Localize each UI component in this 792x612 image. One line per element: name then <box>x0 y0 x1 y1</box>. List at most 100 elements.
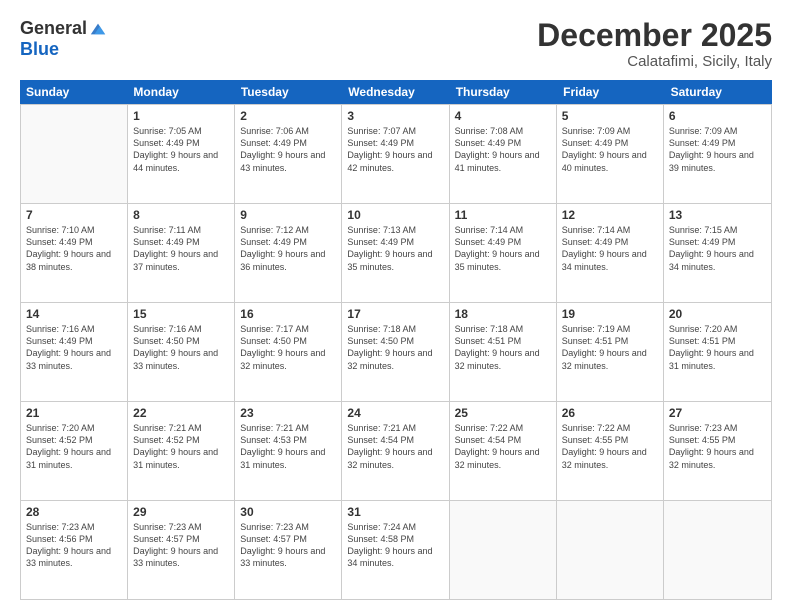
calendar: Sunday Monday Tuesday Wednesday Thursday… <box>20 80 772 600</box>
cell-sun-info: Sunrise: 7:21 AMSunset: 4:54 PMDaylight:… <box>347 422 443 471</box>
day-number: 10 <box>347 208 443 222</box>
calendar-cell-1-1 <box>21 105 128 203</box>
cell-sun-info: Sunrise: 7:23 AMSunset: 4:57 PMDaylight:… <box>133 521 229 570</box>
calendar-cell-1-5: 4 Sunrise: 7:08 AMSunset: 4:49 PMDaylight… <box>450 105 557 203</box>
cell-sun-info: Sunrise: 7:09 AMSunset: 4:49 PMDaylight:… <box>562 125 658 174</box>
day-number: 20 <box>669 307 766 321</box>
cell-sun-info: Sunrise: 7:22 AMSunset: 4:55 PMDaylight:… <box>562 422 658 471</box>
day-number: 25 <box>455 406 551 420</box>
cell-sun-info: Sunrise: 7:10 AMSunset: 4:49 PMDaylight:… <box>26 224 122 273</box>
calendar-cell-1-6: 5 Sunrise: 7:09 AMSunset: 4:49 PMDaylight… <box>557 105 664 203</box>
cell-sun-info: Sunrise: 7:21 AMSunset: 4:52 PMDaylight:… <box>133 422 229 471</box>
calendar-cell-3-2: 15 Sunrise: 7:16 AMSunset: 4:50 PMDayligh… <box>128 303 235 401</box>
location-subtitle: Calatafimi, Sicily, Italy <box>537 53 772 70</box>
calendar-cell-5-6 <box>557 501 664 599</box>
calendar-cell-2-6: 12 Sunrise: 7:14 AMSunset: 4:49 PMDayligh… <box>557 204 664 302</box>
cell-sun-info: Sunrise: 7:07 AMSunset: 4:49 PMDaylight:… <box>347 125 443 174</box>
cell-sun-info: Sunrise: 7:11 AMSunset: 4:49 PMDaylight:… <box>133 224 229 273</box>
calendar-body: 1 Sunrise: 7:05 AMSunset: 4:49 PMDaylight… <box>20 104 772 600</box>
header-monday: Monday <box>127 80 234 104</box>
day-number: 24 <box>347 406 443 420</box>
logo-blue-text: Blue <box>20 39 59 59</box>
calendar-cell-5-1: 28Sunrise: 7:23 AMSunset: 4:56 PMDayligh… <box>21 501 128 599</box>
calendar-cell-3-5: 18 Sunrise: 7:18 AMSunset: 4:51 PMDayligh… <box>450 303 557 401</box>
day-number: 3 <box>347 109 443 123</box>
calendar-header: Sunday Monday Tuesday Wednesday Thursday… <box>20 80 772 104</box>
cell-sun-info: Sunrise: 7:05 AMSunset: 4:49 PMDaylight:… <box>133 125 229 174</box>
cell-sun-info: Sunrise: 7:18 AMSunset: 4:51 PMDaylight:… <box>455 323 551 372</box>
day-number: 28 <box>26 505 122 519</box>
day-number: 8 <box>133 208 229 222</box>
day-number: 29 <box>133 505 229 519</box>
cell-sun-info: Sunrise: 7:15 AMSunset: 4:49 PMDaylight:… <box>669 224 766 273</box>
cell-sun-info: Sunrise: 7:14 AMSunset: 4:49 PMDaylight:… <box>455 224 551 273</box>
calendar-cell-3-7: 20 Sunrise: 7:20 AMSunset: 4:51 PMDayligh… <box>664 303 771 401</box>
cell-sun-info: Sunrise: 7:16 AMSunset: 4:50 PMDaylight:… <box>133 323 229 372</box>
day-number: 31 <box>347 505 443 519</box>
cell-sun-info: Sunrise: 7:20 AMSunset: 4:51 PMDaylight:… <box>669 323 766 372</box>
calendar-cell-2-1: 7 Sunrise: 7:10 AMSunset: 4:49 PMDaylight… <box>21 204 128 302</box>
calendar-cell-4-5: 25Sunrise: 7:22 AMSunset: 4:54 PMDayligh… <box>450 402 557 500</box>
cell-sun-info: Sunrise: 7:08 AMSunset: 4:49 PMDaylight:… <box>455 125 551 174</box>
calendar-cell-3-3: 16Sunrise: 7:17 AMSunset: 4:50 PMDayligh… <box>235 303 342 401</box>
calendar-cell-4-6: 26 Sunrise: 7:22 AMSunset: 4:55 PMDayligh… <box>557 402 664 500</box>
day-number: 21 <box>26 406 122 420</box>
calendar-row-4: 21 Sunrise: 7:20 AMSunset: 4:52 PMDayligh… <box>21 401 771 500</box>
day-number: 1 <box>133 109 229 123</box>
header-wednesday: Wednesday <box>342 80 449 104</box>
logo: General Blue <box>20 18 107 60</box>
calendar-row-5: 28Sunrise: 7:23 AMSunset: 4:56 PMDayligh… <box>21 500 771 599</box>
logo-general-text: General <box>20 18 87 39</box>
header-tuesday: Tuesday <box>235 80 342 104</box>
calendar-cell-3-1: 14Sunrise: 7:16 AMSunset: 4:49 PMDayligh… <box>21 303 128 401</box>
day-number: 2 <box>240 109 336 123</box>
cell-sun-info: Sunrise: 7:14 AMSunset: 4:49 PMDaylight:… <box>562 224 658 273</box>
calendar-cell-2-7: 13 Sunrise: 7:15 AMSunset: 4:49 PMDayligh… <box>664 204 771 302</box>
calendar-cell-1-2: 1 Sunrise: 7:05 AMSunset: 4:49 PMDaylight… <box>128 105 235 203</box>
day-number: 23 <box>240 406 336 420</box>
logo-icon <box>89 21 107 37</box>
calendar-cell-3-6: 19Sunrise: 7:19 AMSunset: 4:51 PMDayligh… <box>557 303 664 401</box>
calendar-cell-3-4: 17Sunrise: 7:18 AMSunset: 4:50 PMDayligh… <box>342 303 449 401</box>
calendar-cell-4-1: 21 Sunrise: 7:20 AMSunset: 4:52 PMDayligh… <box>21 402 128 500</box>
calendar-cell-4-7: 27Sunrise: 7:23 AMSunset: 4:55 PMDayligh… <box>664 402 771 500</box>
header-saturday: Saturday <box>665 80 772 104</box>
day-number: 18 <box>455 307 551 321</box>
day-number: 22 <box>133 406 229 420</box>
day-number: 15 <box>133 307 229 321</box>
cell-sun-info: Sunrise: 7:13 AMSunset: 4:49 PMDaylight:… <box>347 224 443 273</box>
day-number: 12 <box>562 208 658 222</box>
header-sunday: Sunday <box>20 80 127 104</box>
day-number: 11 <box>455 208 551 222</box>
calendar-cell-2-3: 9Sunrise: 7:12 AMSunset: 4:49 PMDaylight… <box>235 204 342 302</box>
calendar-cell-5-2: 29 Sunrise: 7:23 AMSunset: 4:57 PMDayligh… <box>128 501 235 599</box>
title-section: December 2025 Calatafimi, Sicily, Italy <box>537 18 772 70</box>
calendar-row-2: 7 Sunrise: 7:10 AMSunset: 4:49 PMDaylight… <box>21 203 771 302</box>
day-number: 13 <box>669 208 766 222</box>
cell-sun-info: Sunrise: 7:21 AMSunset: 4:53 PMDaylight:… <box>240 422 336 471</box>
calendar-cell-4-2: 22 Sunrise: 7:21 AMSunset: 4:52 PMDayligh… <box>128 402 235 500</box>
day-number: 5 <box>562 109 658 123</box>
cell-sun-info: Sunrise: 7:18 AMSunset: 4:50 PMDaylight:… <box>347 323 443 372</box>
calendar-cell-2-2: 8 Sunrise: 7:11 AMSunset: 4:49 PMDaylight… <box>128 204 235 302</box>
cell-sun-info: Sunrise: 7:20 AMSunset: 4:52 PMDaylight:… <box>26 422 122 471</box>
calendar-cell-2-4: 10 Sunrise: 7:13 AMSunset: 4:49 PMDayligh… <box>342 204 449 302</box>
cell-sun-info: Sunrise: 7:06 AMSunset: 4:49 PMDaylight:… <box>240 125 336 174</box>
cell-sun-info: Sunrise: 7:09 AMSunset: 4:49 PMDaylight:… <box>669 125 766 174</box>
day-number: 6 <box>669 109 766 123</box>
day-number: 26 <box>562 406 658 420</box>
calendar-row-1: 1 Sunrise: 7:05 AMSunset: 4:49 PMDaylight… <box>21 104 771 203</box>
header: General Blue December 2025 Calatafimi, S… <box>20 18 772 70</box>
day-number: 30 <box>240 505 336 519</box>
calendar-cell-5-4: 31Sunrise: 7:24 AMSunset: 4:58 PMDayligh… <box>342 501 449 599</box>
calendar-cell-5-3: 30Sunrise: 7:23 AMSunset: 4:57 PMDayligh… <box>235 501 342 599</box>
day-number: 4 <box>455 109 551 123</box>
month-title: December 2025 <box>537 18 772 53</box>
calendar-cell-1-7: 6 Sunrise: 7:09 AMSunset: 4:49 PMDaylight… <box>664 105 771 203</box>
cell-sun-info: Sunrise: 7:12 AMSunset: 4:49 PMDaylight:… <box>240 224 336 273</box>
day-number: 7 <box>26 208 122 222</box>
cell-sun-info: Sunrise: 7:17 AMSunset: 4:50 PMDaylight:… <box>240 323 336 372</box>
cell-sun-info: Sunrise: 7:19 AMSunset: 4:51 PMDaylight:… <box>562 323 658 372</box>
header-friday: Friday <box>557 80 664 104</box>
calendar-cell-4-3: 23 Sunrise: 7:21 AMSunset: 4:53 PMDayligh… <box>235 402 342 500</box>
